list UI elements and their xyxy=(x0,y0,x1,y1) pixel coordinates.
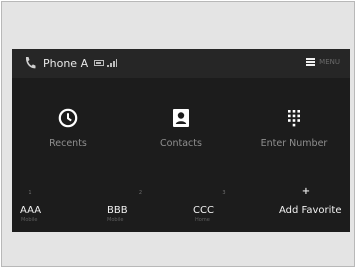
enter-number-button[interactable]: Enter Number xyxy=(238,78,350,184)
phone-icon xyxy=(25,57,36,69)
menu-button[interactable]: MENU xyxy=(306,58,340,66)
favorite-number: 3 xyxy=(222,190,226,196)
favorite-aaa[interactable]: 1 AAA Mobile xyxy=(12,184,96,232)
favorite-type: Mobile xyxy=(107,217,124,223)
signal-strength-icon xyxy=(107,59,118,67)
recents-label: Recents xyxy=(49,138,87,149)
battery-icon xyxy=(94,60,105,66)
enter-number-label: Enter Number xyxy=(260,138,328,149)
phone-name: Phone A xyxy=(43,56,89,70)
main-options: Recents Contacts Enter Number xyxy=(12,78,350,184)
favorite-ccc[interactable]: 3 CCC Home xyxy=(180,184,264,232)
status-bar: Phone A MENU xyxy=(12,49,350,78)
clock-icon xyxy=(58,108,78,128)
plus-icon: + xyxy=(301,186,311,197)
phone-connection[interactable]: Phone A xyxy=(24,56,118,70)
favorite-type: Mobile xyxy=(21,217,38,223)
contacts-label: Contacts xyxy=(160,138,202,149)
menu-label: MENU xyxy=(319,58,340,66)
menu-icon xyxy=(306,58,316,66)
keypad-icon xyxy=(288,110,300,127)
phone-screen: Phone A MENU Recents Contacts Enter Numb… xyxy=(12,49,350,232)
contacts-button[interactable]: Contacts xyxy=(125,78,237,184)
page-frame: Phone A MENU Recents Contacts Enter Numb… xyxy=(1,1,355,267)
favorites-row: 1 AAA Mobile 2 BBB Mobile 3 CCC Home + A… xyxy=(12,184,350,232)
favorite-name: CCC xyxy=(193,205,214,216)
recents-button[interactable]: Recents xyxy=(12,78,124,184)
favorite-number: 2 xyxy=(138,190,143,196)
favorite-name: AAA xyxy=(20,205,42,216)
favorite-bbb[interactable]: 2 BBB Mobile xyxy=(96,184,180,232)
add-favorite-label: Add Favorite xyxy=(279,205,342,216)
add-favorite-button[interactable]: + Add Favorite xyxy=(264,184,348,232)
favorite-number: 1 xyxy=(28,190,32,196)
favorite-type: Home xyxy=(195,217,210,223)
contacts-icon xyxy=(173,109,189,127)
favorite-name: BBB xyxy=(107,205,128,216)
